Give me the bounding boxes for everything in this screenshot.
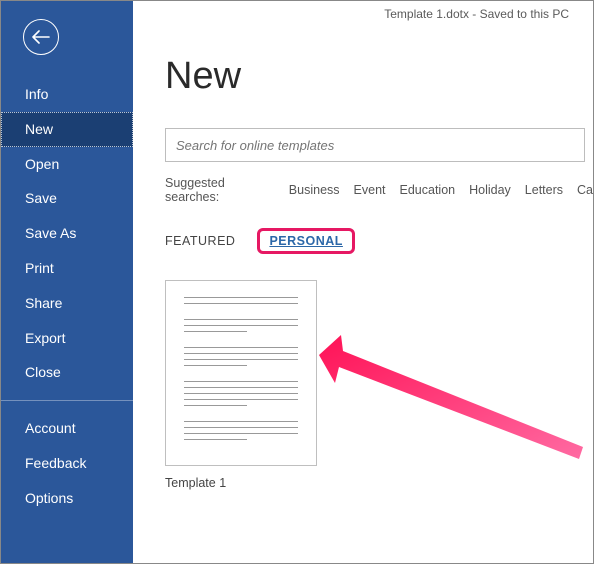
nav-item-print[interactable]: Print [1,251,133,286]
suggested-link-more[interactable]: Ca [577,183,593,197]
tab-personal[interactable]: PERSONAL [269,234,342,248]
nav-item-feedback[interactable]: Feedback [1,446,133,481]
suggested-label: Suggested searches: [165,176,275,204]
suggested-link-letters[interactable]: Letters [525,183,563,197]
page-title: New [165,55,593,98]
template-tabs: FEATURED PERSONAL [165,228,593,254]
backstage-sidebar: Info New Open Save Save As Print Share E… [1,1,133,563]
nav-item-share[interactable]: Share [1,286,133,321]
suggested-searches: Suggested searches: Business Event Educa… [165,176,593,204]
tab-featured[interactable]: FEATURED [165,234,235,248]
search-box[interactable] [165,128,585,162]
main-panel: Template 1.dotx - Saved to this PC New S… [133,1,593,563]
nav-item-options[interactable]: Options [1,481,133,516]
template-thumbnail[interactable] [165,280,317,466]
nav-item-close[interactable]: Close [1,355,133,390]
nav-item-save-as[interactable]: Save As [1,216,133,251]
template-gallery: Template 1 [165,280,593,490]
nav-item-export[interactable]: Export [1,321,133,356]
nav-item-new[interactable]: New [1,112,133,147]
back-button[interactable] [23,19,59,55]
suggested-link-event[interactable]: Event [354,183,386,197]
suggested-link-education[interactable]: Education [400,183,456,197]
back-arrow-icon [32,30,50,44]
search-input[interactable] [176,138,574,153]
nav-item-account[interactable]: Account [1,411,133,446]
annotation-highlight-box: PERSONAL [257,228,354,254]
nav-item-open[interactable]: Open [1,147,133,182]
nav-item-save[interactable]: Save [1,181,133,216]
nav-item-info[interactable]: Info [1,77,133,112]
nav-separator [1,400,133,401]
window-title: Template 1.dotx - Saved to this PC [384,7,569,21]
suggested-link-business[interactable]: Business [289,183,340,197]
suggested-link-holiday[interactable]: Holiday [469,183,511,197]
nav-list: Info New Open Save Save As Print Share E… [1,77,133,516]
template-caption: Template 1 [165,476,593,490]
